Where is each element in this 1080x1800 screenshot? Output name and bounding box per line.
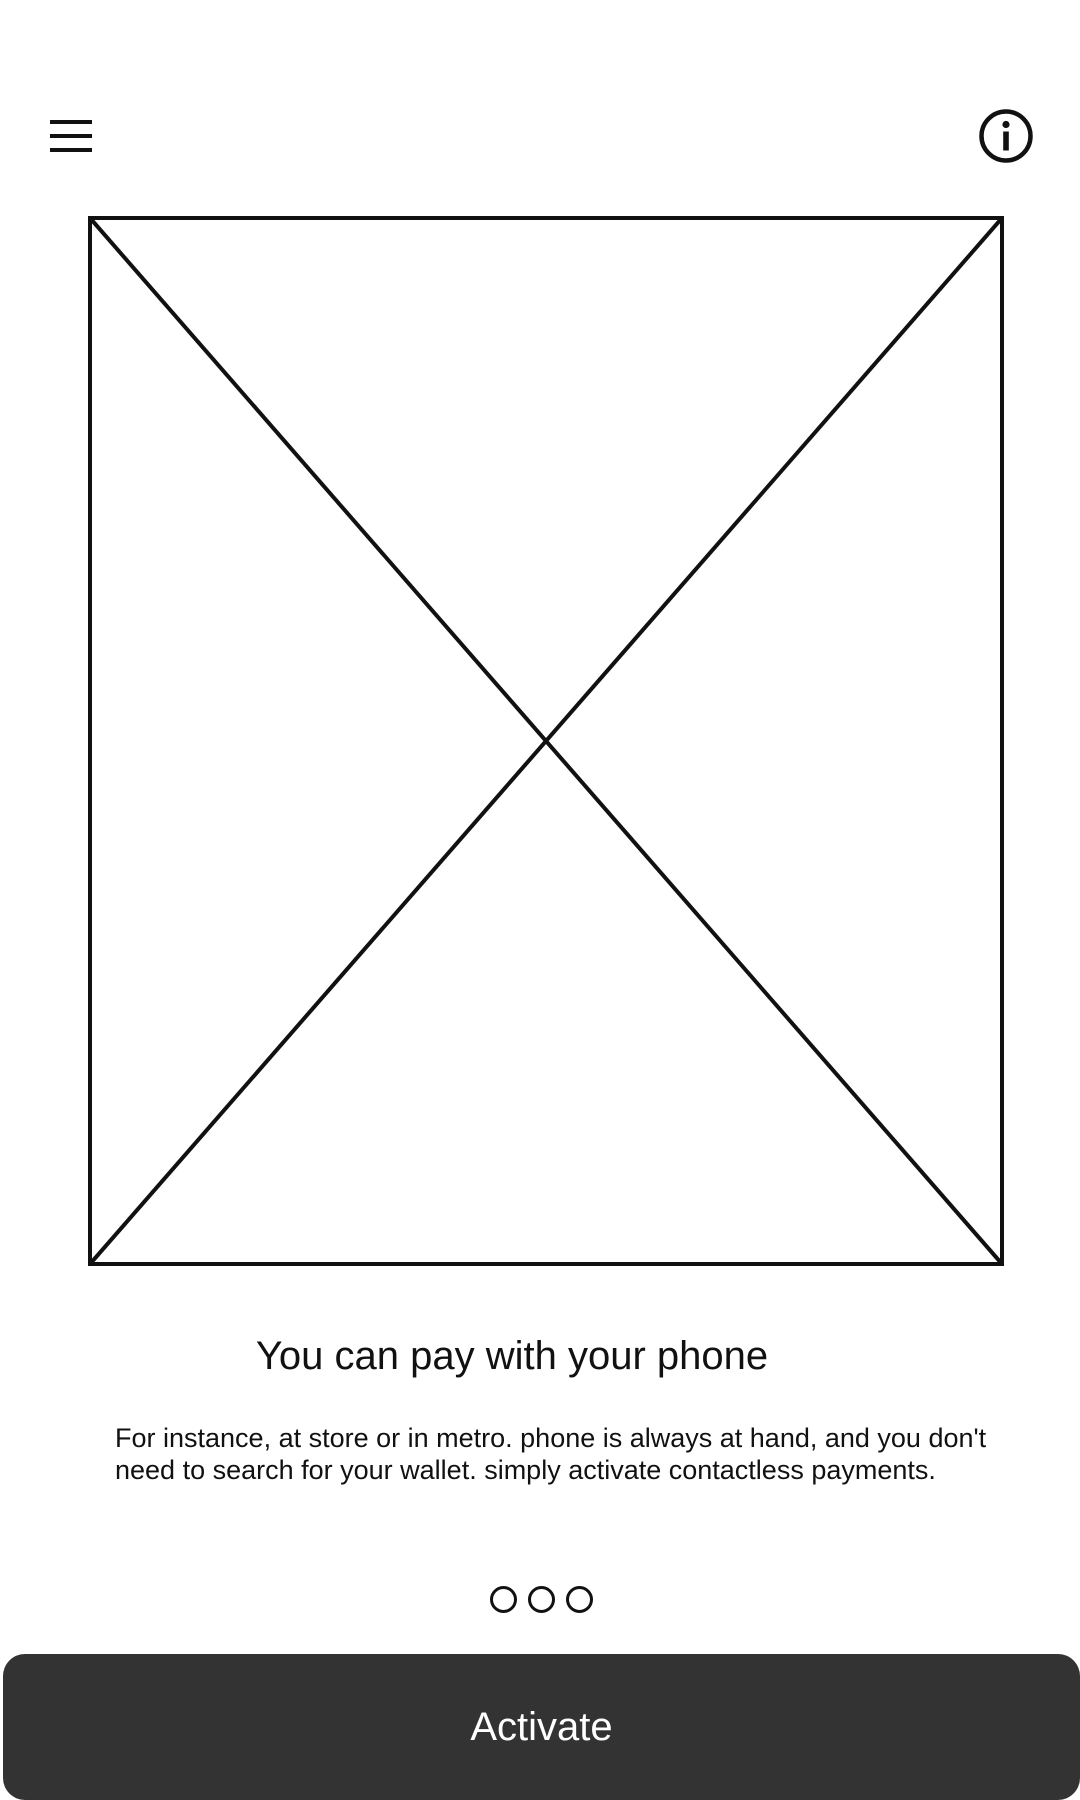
info-circle-icon	[979, 109, 1033, 163]
page-dot-1[interactable]	[490, 1586, 517, 1613]
description-text: For instance, at store or in metro. phon…	[115, 1423, 987, 1485]
page-title: You can pay with your phone	[255, 1334, 769, 1378]
page-indicator	[490, 1586, 593, 1613]
page-dot-3[interactable]	[566, 1586, 593, 1613]
hamburger-menu-icon	[50, 120, 92, 124]
activate-button-label: Activate	[470, 1704, 613, 1749]
page-dot-2[interactable]	[528, 1586, 555, 1613]
activate-button[interactable]: Activate	[3, 1654, 1080, 1800]
placeholder-image	[88, 216, 1004, 1266]
info-button[interactable]	[978, 108, 1034, 164]
hamburger-menu-bar	[50, 148, 92, 152]
hamburger-menu-bar	[50, 134, 92, 138]
menu-button[interactable]	[44, 112, 98, 160]
